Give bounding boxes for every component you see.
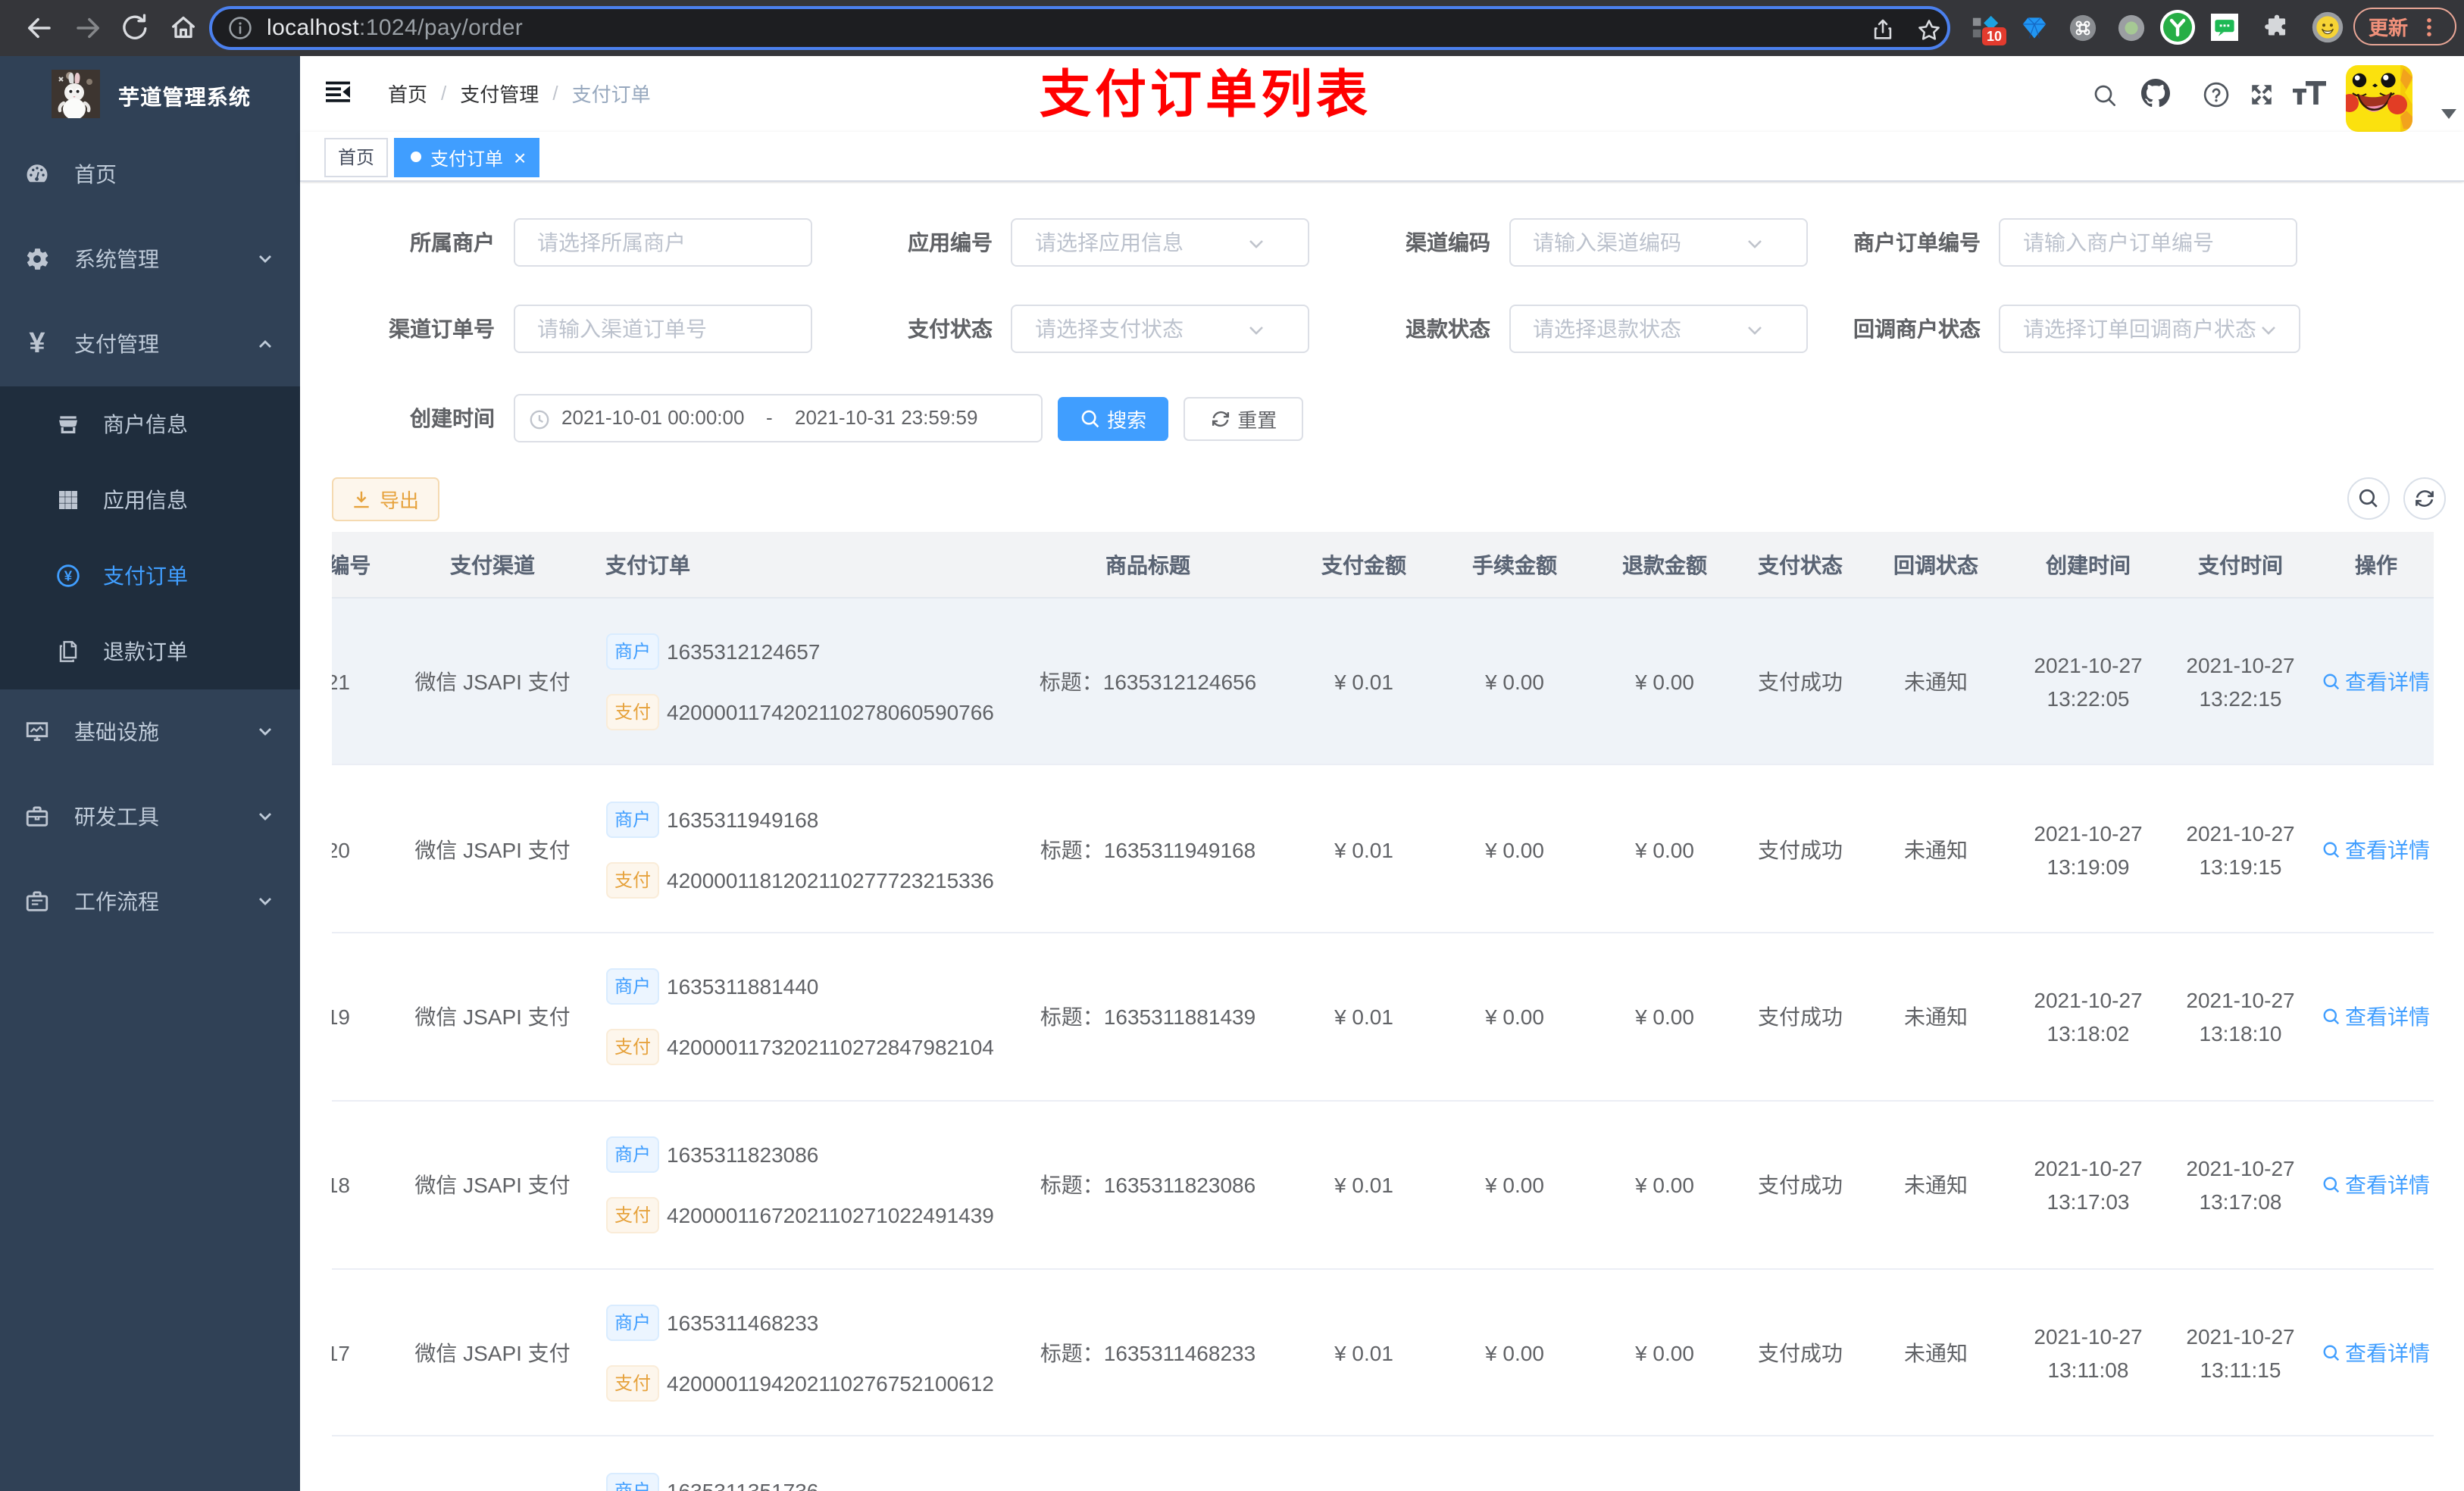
svg-text:¥: ¥ xyxy=(64,567,73,583)
